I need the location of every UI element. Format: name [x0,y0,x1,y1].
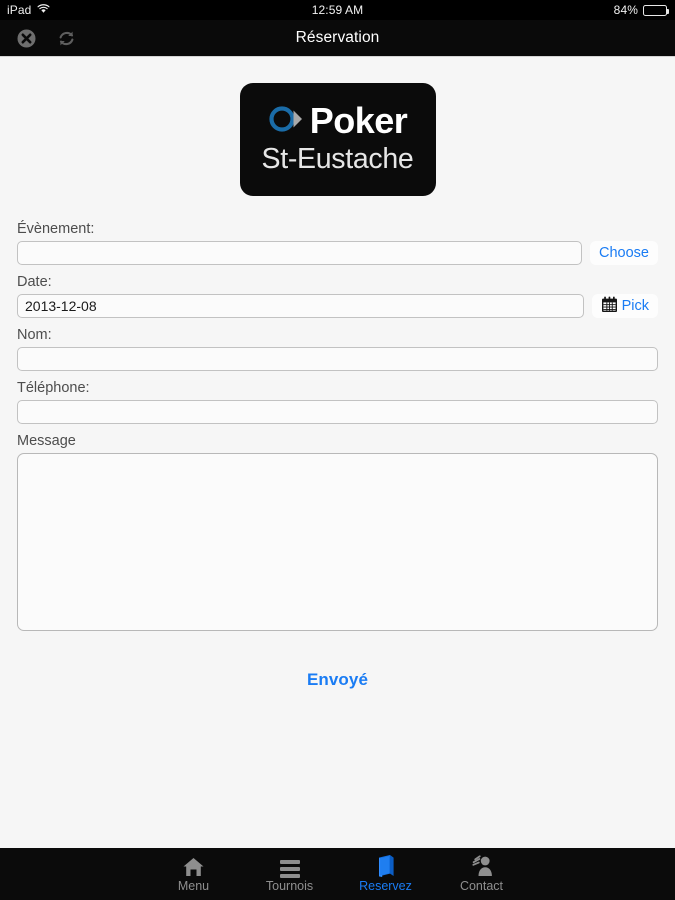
name-input[interactable] [17,347,658,371]
event-row: Choose [17,241,658,265]
event-label: Évènement: [17,221,95,237]
tab-tournois-label: Tournois [265,879,314,894]
logo-title-row: Poker [268,102,408,141]
battery-percent-label: 84% [613,3,638,17]
date-label: Date: [17,274,52,290]
message-textarea[interactable] [17,453,658,631]
name-row [17,347,658,371]
poker-chip-chevron-icon [268,102,308,141]
phone-row [17,400,658,424]
page-title: Réservation [295,29,380,46]
logo-title: Poker [309,100,408,142]
battery-icon [643,4,669,16]
choose-button-label: Choose [599,244,649,261]
tab-menu-label: Menu [177,879,210,894]
tab-reservez-label: Reservez [359,879,412,894]
tab-contact[interactable]: Contact [434,848,530,900]
tab-reservez[interactable]: Reservez [338,848,434,900]
submit-container: Envoyé [17,670,658,690]
submit-button[interactable]: Envoyé [307,670,368,690]
tab-contact-label: Contact [459,879,504,894]
phone-input[interactable] [17,400,658,424]
tab-menu[interactable]: Menu [146,848,242,900]
status-bar-right: 84% [613,3,669,17]
event-input[interactable] [17,241,583,265]
choose-event-button[interactable]: Choose [590,241,658,265]
calendar-icon [601,296,618,316]
tab-tournois[interactable]: Tournois [242,848,338,900]
status-bar: iPad 12:59 AM 84% [0,0,675,20]
status-bar-clock: 12:59 AM [311,3,364,17]
reservation-form: Évènement: Choose Date: 2013-12-08 Pick … [0,221,675,690]
nav-bar: Réservation [0,20,675,56]
name-label: Nom: [17,327,52,343]
phone-label: Téléphone: [17,380,90,396]
person-wave-icon [470,855,494,878]
app-window: iPad 12:59 AM 84% Réservation Poker St-E… [0,0,675,900]
poker-st-eustache-logo: Poker St-Eustache [239,83,436,196]
tab-bar: Menu Tournois Reservez Contact [0,848,675,900]
date-input[interactable] [17,294,584,318]
date-row: Pick [17,294,658,318]
list-lines-icon [279,855,300,879]
pick-date-button[interactable]: Pick [591,294,658,318]
message-label: Message [17,433,76,449]
logo-container: Poker St-Eustache [0,83,675,196]
home-icon [182,855,205,878]
logo-subtitle: St-Eustache [261,142,414,175]
book-icon [375,855,397,878]
pick-button-label: Pick [621,297,649,314]
main-content: Poker St-Eustache Évènement: Choose Date… [0,57,675,848]
message-row [17,453,658,636]
